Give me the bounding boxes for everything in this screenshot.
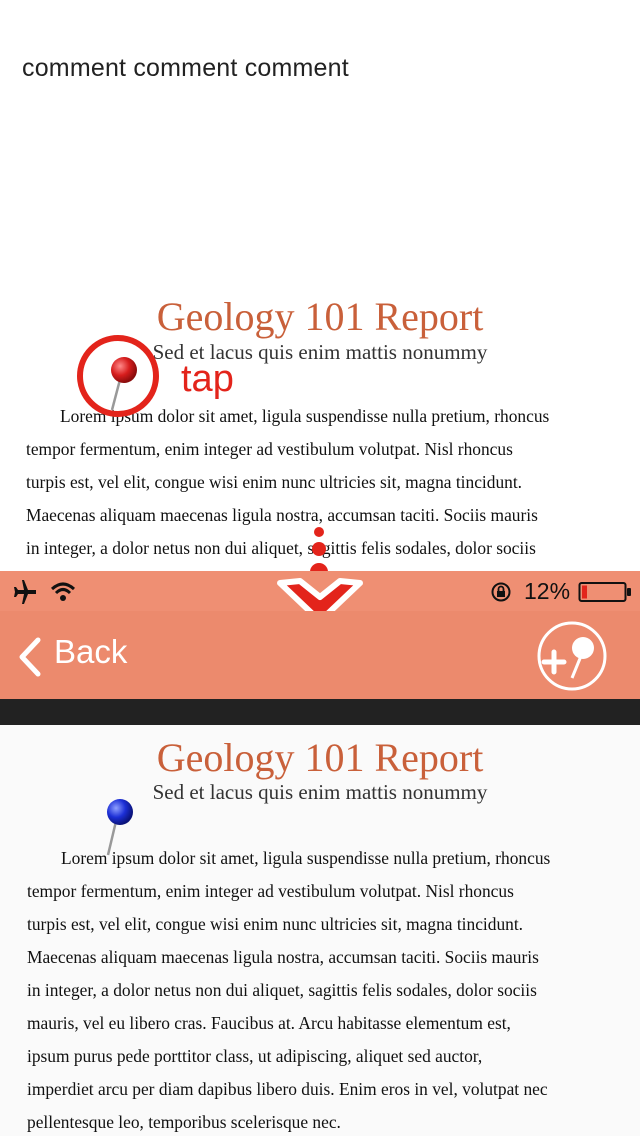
body-line: tempor fermentum, enim integer ad vestib…: [27, 881, 514, 901]
body-line: mauris, vel eu libero cras. Faucibus at.…: [27, 1013, 511, 1033]
tutorial-preview: comment comment comment Geology 101 Repo…: [0, 0, 640, 571]
red-pin-icon[interactable]: [104, 352, 148, 416]
toolbar-divider: [0, 699, 640, 725]
comment-text: comment comment comment: [22, 54, 349, 82]
body-line: in integer, a dolor netus non dui alique…: [27, 980, 537, 1000]
body-line: pellentesque leo, temporibus scelerisque…: [27, 1112, 341, 1132]
body-line: tempor fermentum, enim integer ad vestib…: [26, 439, 513, 459]
document-title: Geology 101 Report: [156, 735, 484, 780]
battery-icon: [578, 582, 631, 602]
back-button[interactable]: Back: [0, 611, 180, 699]
add-pin-button[interactable]: [534, 620, 610, 692]
body-line: imperdiet arcu per diam dapibus libero d…: [27, 1079, 548, 1099]
blue-pin-icon[interactable]: [100, 795, 144, 861]
battery-percent: 12%: [524, 578, 571, 604]
tap-label: tap: [181, 358, 234, 400]
down-arrow-icon: [310, 527, 328, 571]
document-view[interactable]: Geology 101 Report Sed et lacus quis eni…: [0, 725, 640, 1136]
body-line: ipsum purus pede porttitor class, ut adi…: [27, 1046, 483, 1066]
body-line: turpis est, vel elit, congue wisi enim n…: [27, 914, 524, 934]
body-line: turpis est, vel elit, congue wisi enim n…: [26, 472, 523, 492]
back-label: Back: [54, 633, 128, 670]
document-subtitle: Sed et lacus quis enim mattis nonummy: [152, 780, 488, 804]
navigation-bar: Back: [0, 611, 640, 699]
wifi-icon: [50, 582, 76, 601]
document-title: Geology 101 Report: [156, 294, 484, 339]
airplane-icon: [14, 580, 36, 604]
status-bar: 12%: [0, 571, 640, 624]
document-body: Lorem ipsum dolor sit amet, ligula suspe…: [27, 842, 617, 1136]
chevron-left-icon: [19, 637, 41, 677]
body-line: Maecenas aliquam maecenas ligula nostra,…: [27, 947, 539, 967]
rotation-lock-icon: [491, 582, 511, 602]
